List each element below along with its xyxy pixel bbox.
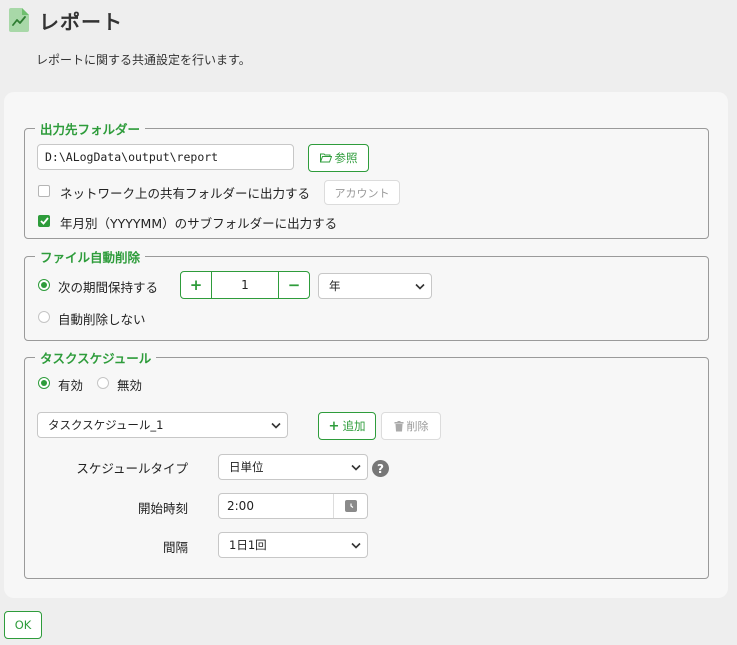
plus-button[interactable]: + bbox=[181, 272, 211, 298]
period-value[interactable]: 1 bbox=[211, 272, 279, 298]
report-doc-icon bbox=[9, 8, 29, 32]
browse-button[interactable]: 参照 bbox=[308, 144, 369, 172]
schedule-enabled-radio[interactable] bbox=[38, 377, 50, 389]
no-delete-radio[interactable] bbox=[38, 311, 50, 323]
schedule-enabled-label: 有効 bbox=[58, 378, 84, 393]
start-time-label: 開始時刻 bbox=[137, 501, 188, 516]
check-icon bbox=[39, 217, 49, 225]
output-path-input[interactable]: D:\ALogData\output\report bbox=[37, 144, 294, 170]
ok-button[interactable]: OK bbox=[4, 611, 42, 639]
add-schedule-button[interactable]: + 追加 bbox=[318, 412, 376, 440]
chevron-down-icon bbox=[415, 283, 425, 290]
auto-delete-legend: ファイル自動削除 bbox=[40, 250, 141, 265]
period-stepper: + 1 − bbox=[180, 271, 310, 299]
minus-icon: − bbox=[287, 276, 301, 294]
folder-open-icon bbox=[319, 153, 332, 163]
settings-card: 出力先フォルダー D:\ALogData\output\report 参照 ネッ… bbox=[4, 92, 728, 598]
clock-button[interactable] bbox=[333, 494, 367, 518]
keep-period-radio[interactable] bbox=[38, 279, 50, 291]
period-unit-value: 年 bbox=[329, 279, 341, 293]
help-icon[interactable]: ? bbox=[372, 460, 389, 477]
page-header: レポート bbox=[8, 6, 123, 34]
delete-schedule-button[interactable]: 削除 bbox=[381, 412, 441, 440]
plus-icon: + bbox=[189, 276, 203, 294]
trash-icon bbox=[394, 420, 403, 431]
subfolder-checkbox[interactable] bbox=[38, 215, 50, 227]
chevron-down-icon bbox=[351, 542, 361, 549]
page-title: レポート bbox=[39, 9, 123, 34]
keep-period-label: 次の期間保持する bbox=[58, 280, 159, 295]
schedule-select[interactable]: タスクスケジュール_1 bbox=[37, 412, 288, 438]
schedule-select-value: タスクスケジュール_1 bbox=[48, 418, 164, 432]
chevron-down-icon bbox=[271, 422, 281, 429]
account-button[interactable]: アカウント bbox=[324, 180, 400, 205]
plus-icon: + bbox=[328, 418, 340, 434]
schedule-type-value: 日単位 bbox=[229, 460, 264, 474]
start-time-value: 2:00 bbox=[227, 499, 254, 513]
task-schedule-legend: タスクスケジュール bbox=[40, 351, 152, 366]
shared-folder-checkbox[interactable] bbox=[38, 185, 50, 197]
add-label: 追加 bbox=[342, 419, 366, 433]
browse-label: 参照 bbox=[334, 151, 358, 165]
start-time-input[interactable]: 2:00 bbox=[218, 493, 368, 519]
schedule-type-select[interactable]: 日単位 bbox=[218, 454, 368, 480]
delete-label: 削除 bbox=[406, 420, 429, 433]
clock-icon bbox=[344, 500, 357, 512]
schedule-disabled-radio[interactable] bbox=[97, 377, 109, 389]
schedule-disabled-label: 無効 bbox=[117, 378, 143, 393]
minus-button[interactable]: − bbox=[279, 272, 309, 298]
shared-folder-label: ネットワーク上の共有フォルダーに出力する bbox=[60, 186, 311, 201]
interval-label: 間隔 bbox=[162, 540, 188, 555]
no-delete-label: 自動削除しない bbox=[58, 312, 146, 327]
interval-value: 1日1回 bbox=[229, 538, 267, 552]
chevron-down-icon bbox=[351, 464, 361, 471]
page-description: レポートに関する共通設定を行います。 bbox=[36, 53, 251, 67]
subfolder-label: 年月別（YYYYMM）のサブフォルダーに出力する bbox=[60, 216, 338, 231]
output-folder-legend: 出力先フォルダー bbox=[40, 122, 141, 137]
period-unit-select[interactable]: 年 bbox=[318, 273, 432, 299]
schedule-type-label: スケジュールタイプ bbox=[76, 461, 188, 476]
interval-select[interactable]: 1日1回 bbox=[218, 532, 368, 558]
